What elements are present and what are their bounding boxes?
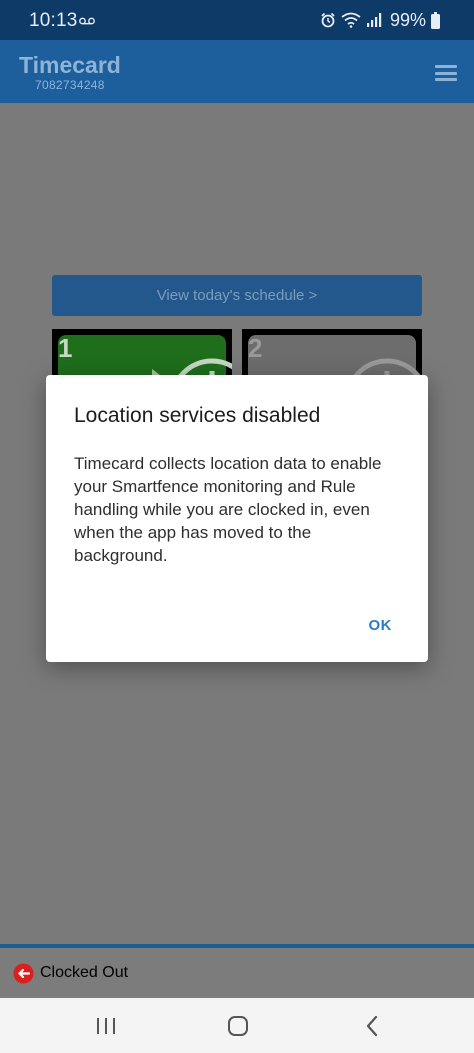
alarm-icon [321, 12, 335, 28]
battery-icon [431, 11, 440, 29]
dialog-message: Timecard collects location data to enabl… [74, 454, 382, 565]
status-icons: 99% [320, 9, 440, 31]
tile-number: 1 [58, 333, 73, 363]
wifi-icon [341, 12, 361, 28]
location-services-dialog: Location services disabled Timecard coll… [46, 375, 428, 662]
system-navigation-bar [0, 998, 474, 1053]
clocked-out-icon [13, 963, 34, 984]
app-subtitle: 7082734248 [35, 78, 105, 92]
status-time: 10:13 [29, 10, 78, 31]
view-schedule-button[interactable]: View today's schedule > [52, 275, 422, 316]
tile-number: 2 [248, 333, 263, 363]
status-bar: 10:13 99% [0, 0, 474, 40]
clock-status-bar: Clocked Out [0, 948, 474, 998]
ok-button[interactable]: OK [369, 617, 393, 634]
recent-apps-icon[interactable] [94, 1014, 118, 1038]
battery-percentage: 99% [389, 9, 426, 30]
signal-icon [366, 13, 382, 27]
voicemail-icon [79, 17, 95, 25]
hamburger-menu-icon[interactable] [435, 65, 457, 81]
clock-status-label: Clocked Out [40, 964, 129, 981]
home-icon[interactable] [226, 1014, 250, 1038]
dialog-title: Location services disabled [74, 404, 321, 427]
app-title: Timecard [19, 52, 121, 78]
app-bar: Timecard 7082734248 [0, 40, 474, 103]
back-icon[interactable] [361, 1014, 385, 1038]
